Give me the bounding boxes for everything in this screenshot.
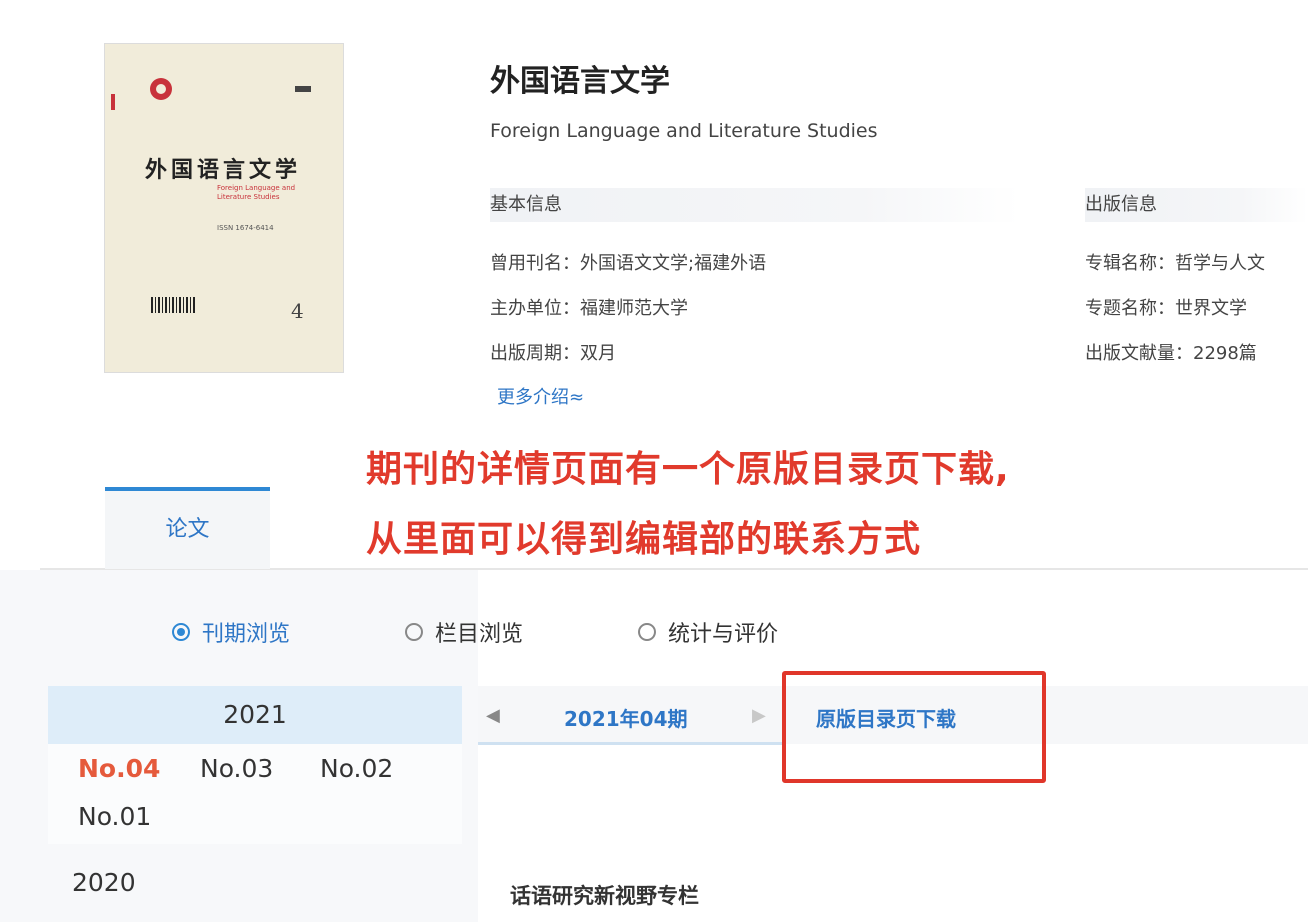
radio-selected-icon (172, 623, 190, 641)
info-row-sponsor: 主办单位：福建师范大学 (490, 294, 688, 320)
info-value: 福建师范大学 (580, 298, 688, 319)
info-row-topic: 专题名称：世界文学 (1085, 294, 1308, 320)
info-label: 出版文献量： (1085, 343, 1193, 364)
next-issue-icon[interactable]: ▶ (752, 705, 766, 726)
issue-link-no02[interactable]: No.02 (320, 754, 393, 783)
issue-link-no04[interactable]: No.04 (78, 754, 160, 783)
info-value: 双月 (580, 343, 616, 364)
university-logo-icon (150, 78, 172, 100)
info-label: 曾用刊名： (490, 253, 580, 274)
cover-title: 外国语言文学 (145, 157, 302, 183)
radio-unselected-icon (405, 623, 423, 641)
info-row-frequency: 出版周期：双月 (490, 339, 616, 365)
issue-nav-underline (478, 742, 782, 745)
tab-papers[interactable]: 论文 (105, 487, 270, 569)
info-value: 2298篇 (1193, 343, 1257, 364)
info-row-doc-count: 出版文献量：2298篇 (1085, 339, 1308, 365)
radio-unselected-icon (638, 623, 656, 641)
radio-stats-evaluation[interactable]: 统计与评价 (638, 616, 778, 648)
publish-info-heading: 出版信息 (1085, 188, 1308, 222)
year-2021-header[interactable]: 2021 (48, 686, 462, 744)
journal-title: 外国语言文学 (490, 64, 670, 99)
info-label: 专辑名称： (1085, 253, 1175, 274)
annotation-line-1: 期刊的详情页面有一个原版目录页下载, (366, 449, 1010, 490)
info-row-former-name: 曾用刊名：外国语文文学;福建外语 (490, 249, 766, 275)
radio-browse-by-issue[interactable]: 刊期浏览 (172, 616, 290, 648)
cover-mark (295, 86, 311, 92)
cover-red-bar (111, 94, 115, 110)
cover-issue-number: 4 (291, 299, 304, 323)
info-label: 出版周期： (490, 343, 580, 364)
radio-label: 刊期浏览 (202, 622, 291, 647)
info-label: 专题名称： (1085, 298, 1175, 319)
annotation-line-2: 从里面可以得到编辑部的联系方式 (366, 519, 922, 560)
issue-list: No.04 No.03 No.02 No.01 (48, 744, 462, 844)
radio-browse-by-column[interactable]: 栏目浏览 (405, 616, 523, 648)
prev-issue-icon[interactable]: ◀ (486, 705, 500, 726)
cover-subtitle: Foreign Language and Literature Studies (217, 184, 296, 201)
cover-meta: ISSN 1674-6414 (217, 224, 274, 232)
radio-label: 栏目浏览 (435, 622, 524, 647)
info-value: 外国语文文学;福建外语 (580, 253, 767, 274)
more-intro-link[interactable]: 更多介绍≈ (497, 383, 584, 409)
issue-link-no01[interactable]: No.01 (78, 802, 151, 831)
highlight-box (782, 671, 1046, 783)
journal-title-english: Foreign Language and Literature Studies (490, 120, 878, 142)
basic-info-heading: 基本信息 (490, 188, 1020, 222)
issue-link-no03[interactable]: No.03 (200, 754, 273, 783)
current-issue-label: 2021年04期 (564, 707, 688, 731)
radio-label: 统计与评价 (668, 622, 779, 647)
journal-cover-image[interactable]: 外国语言文学 Foreign Language and Literature S… (104, 43, 344, 373)
info-label: 主办单位： (490, 298, 580, 319)
barcode-icon (151, 297, 195, 313)
info-value: 哲学与人文 (1175, 253, 1265, 274)
info-row-album: 专辑名称：哲学与人文 (1085, 249, 1308, 275)
info-value: 世界文学 (1175, 298, 1247, 319)
column-section-title: 话语研究新视野专栏 (510, 884, 699, 908)
year-2020-header[interactable]: 2020 (72, 868, 136, 897)
